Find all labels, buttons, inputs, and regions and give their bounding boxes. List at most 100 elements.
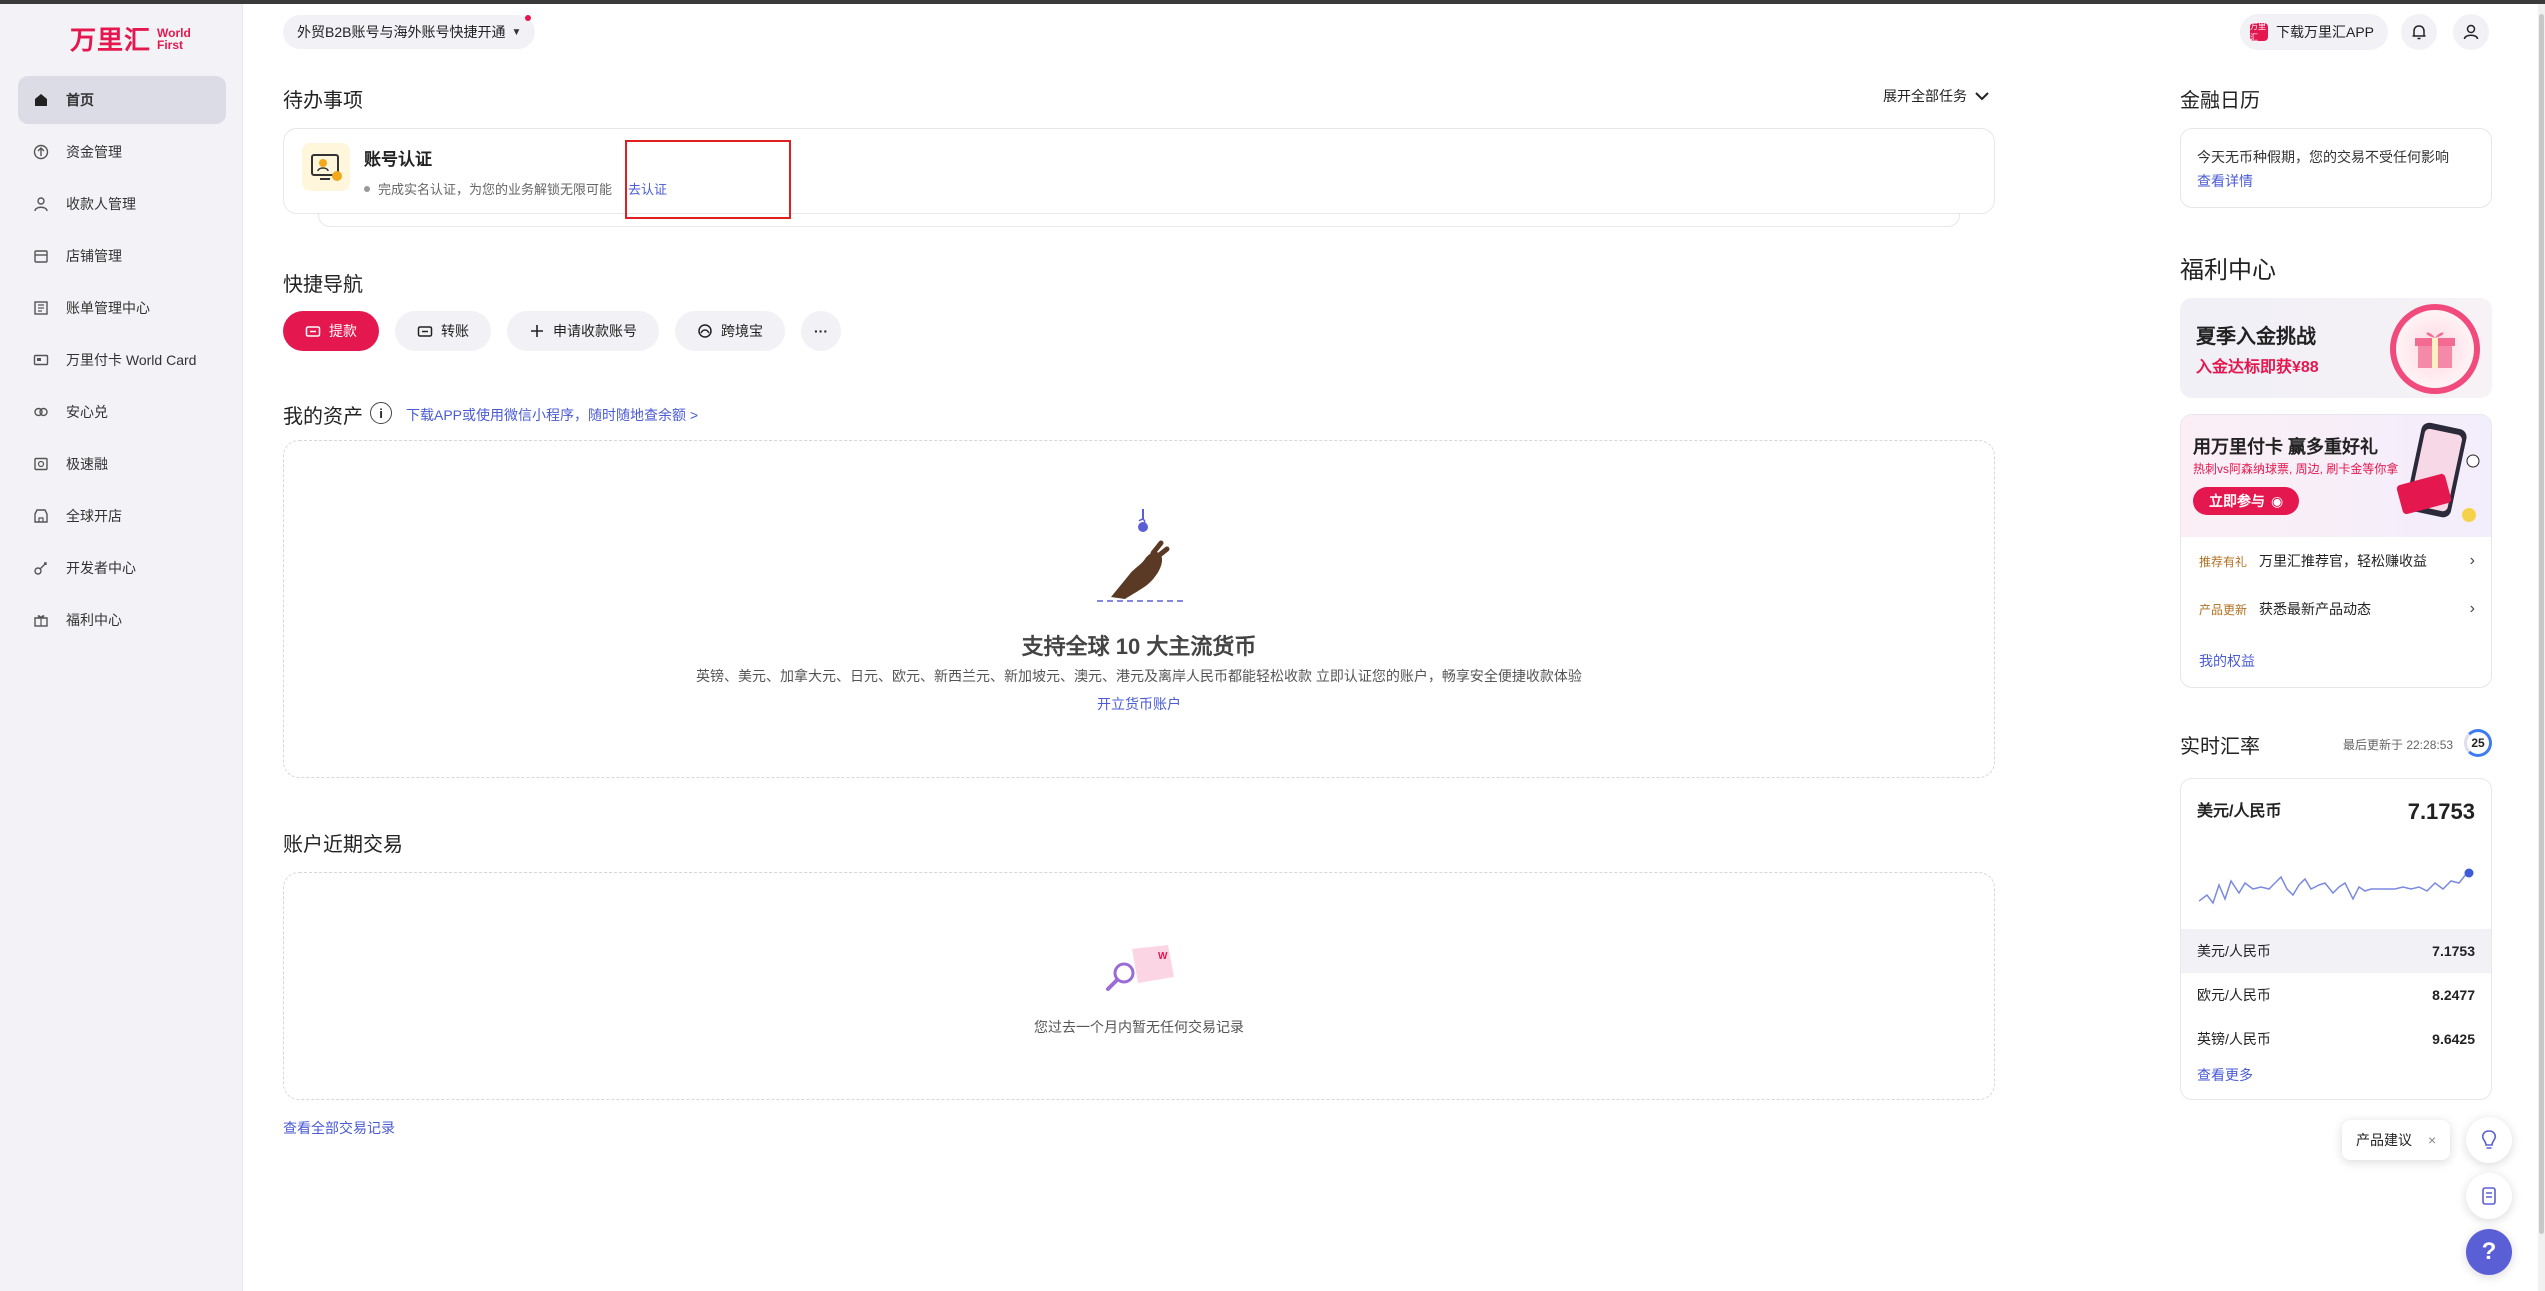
verify-link[interactable]: 去认证 bbox=[628, 179, 667, 198]
transactions-title: 账户近期交易 bbox=[283, 834, 403, 856]
more-button[interactable]: ··· bbox=[801, 311, 841, 351]
assets-hint-link[interactable]: 下载APP或使用微信小程序，随时随地查余额 > bbox=[406, 405, 698, 425]
download-app-button[interactable]: 万里汇 下载万里汇APP bbox=[2240, 14, 2389, 50]
refresh-countdown[interactable]: 25 bbox=[2464, 729, 2492, 757]
caret-down-icon: ▼ bbox=[511, 26, 522, 38]
my-rights-link[interactable]: 我的权益 bbox=[2199, 651, 2255, 671]
sidebar-item-card[interactable]: 万里付卡 World Card bbox=[18, 336, 226, 384]
sidebar-item-global-store[interactable]: 全球开店 bbox=[18, 492, 226, 540]
logo[interactable]: 万里汇 World First bbox=[70, 20, 191, 57]
referral-row[interactable]: 推荐有礼 万里汇推荐官，轻松赚收益 › bbox=[2181, 537, 2491, 585]
crossborder-button[interactable]: 跨境宝 bbox=[675, 311, 785, 351]
home-icon bbox=[32, 91, 50, 109]
todo-item-desc: 完成实名认证，为您的业务解锁无限可能 去认证 bbox=[364, 179, 667, 198]
exchange-icon bbox=[32, 403, 50, 421]
rate-row-gbp-cny[interactable]: 英镑/人民币 9.6425 bbox=[2181, 1017, 2491, 1061]
sidebar-item-label: 店铺管理 bbox=[66, 248, 122, 264]
product-update-row[interactable]: 产品更新 获悉最新产品动态 › bbox=[2181, 585, 2491, 633]
svg-text:W: W bbox=[1158, 951, 1168, 962]
crossborder-label: 跨境宝 bbox=[721, 323, 763, 339]
calendar-details-link[interactable]: 查看详情 bbox=[2197, 171, 2253, 191]
info-icon[interactable]: i bbox=[370, 402, 392, 424]
rate-pair: 英镑/人民币 bbox=[2197, 1031, 2271, 1047]
bell-icon bbox=[2412, 25, 2426, 40]
sidebar-item-payee[interactable]: 收款人管理 bbox=[18, 180, 226, 228]
sidebar-item-label: 收款人管理 bbox=[66, 196, 136, 212]
quick-nav-title: 快捷导航 bbox=[283, 274, 363, 296]
scrollbar-thumb[interactable] bbox=[2539, 14, 2544, 1234]
rates-updated-time: 最后更新于 22:28:53 bbox=[2343, 738, 2454, 752]
join-now-button[interactable]: 立即参与 ◉ bbox=[2193, 487, 2300, 515]
suggestion-button[interactable] bbox=[2466, 1117, 2512, 1163]
sidebar-item-finance[interactable]: 极速融 bbox=[18, 440, 226, 488]
sidebar-item-funds[interactable]: 资金管理 bbox=[18, 128, 226, 176]
withdraw-button[interactable]: 提款 bbox=[283, 311, 379, 351]
expand-tasks-button[interactable]: 展开全部任务 bbox=[1883, 86, 1989, 106]
empty-transactions-illustration: W bbox=[1106, 945, 1174, 991]
product-feedback-pill[interactable]: 产品建议 × bbox=[2342, 1120, 2451, 1160]
rate-pair: 美元/人民币 bbox=[2197, 943, 2271, 959]
expand-tasks-label: 展开全部任务 bbox=[1883, 88, 1967, 104]
sidebar-item-label: 全球开店 bbox=[66, 508, 122, 524]
sidebar-item-exchange[interactable]: 安心兑 bbox=[18, 388, 226, 436]
promo1-title: 夏季入金挑战 bbox=[2196, 326, 2316, 348]
promo2-title: 用万里付卡 赢多重好礼 bbox=[2193, 437, 2378, 457]
page-scrollbar[interactable] bbox=[2538, 4, 2545, 1291]
rates-card: 美元/人民币 7.1753 美元/人民币 7.1753 欧元/人民币 8.247… bbox=[2180, 778, 2492, 1100]
view-all-transactions-link[interactable]: 查看全部交易记录 bbox=[283, 1118, 395, 1138]
summer-deposit-banner[interactable]: 夏季入金挑战 入金达标即获¥88 bbox=[2180, 298, 2492, 398]
sidebar-item-home[interactable]: 首页 bbox=[18, 76, 226, 124]
todo-title: 待办事项 bbox=[283, 90, 363, 112]
referral-text: 万里汇推荐官，轻松赚收益 bbox=[2259, 553, 2428, 569]
gift-box-icon bbox=[2390, 304, 2480, 394]
rate-sparkline bbox=[2199, 868, 2474, 905]
transactions-empty-text: 您过去一个月内暂无任何交易记录 bbox=[1034, 1019, 1244, 1035]
rates-title: 实时汇率 bbox=[2180, 736, 2260, 758]
todo-stack-shadow bbox=[318, 213, 1960, 227]
transfer-button[interactable]: 转账 bbox=[395, 311, 491, 351]
chevron-down-icon bbox=[1975, 92, 1989, 101]
rates-more-link[interactable]: 查看更多 bbox=[2197, 1065, 2253, 1085]
transactions-empty-box: W 您过去一个月内暂无任何交易记录 bbox=[283, 872, 1995, 1100]
world-card-banner[interactable]: 用万里付卡 赢多重好礼 热刺vs阿森纳球票, 周边, 刷卡金等你拿 立即参与 ◉ bbox=[2181, 415, 2491, 537]
help-button[interactable]: ? bbox=[2466, 1229, 2512, 1275]
sidebar-item-gift[interactable]: 福利中心 bbox=[18, 596, 226, 644]
payee-icon bbox=[32, 195, 50, 213]
account-open-chip[interactable]: 外贸B2B账号与海外账号快捷开通 ▼ bbox=[283, 15, 536, 49]
user-icon bbox=[2463, 24, 2479, 40]
user-button[interactable] bbox=[2453, 14, 2489, 50]
bullet bbox=[364, 185, 370, 192]
hand-coin-illustration bbox=[1097, 509, 1185, 602]
assets-empty-box: 支持全球 10 大主流货币 英镑、美元、加拿大元、日元、欧元、新西兰元、新加坡元… bbox=[283, 440, 1995, 778]
rate-row-usd-cny[interactable]: 美元/人民币 7.1753 bbox=[2181, 929, 2491, 973]
sidebar-item-developer[interactable]: 开发者中心 bbox=[18, 544, 226, 592]
sidebar-item-store[interactable]: 店铺管理 bbox=[18, 232, 226, 280]
calculator-button[interactable] bbox=[2466, 1173, 2512, 1219]
todo-card: 账号认证 完成实名认证，为您的业务解锁无限可能 去认证 bbox=[283, 128, 1995, 214]
logo-en: World First bbox=[157, 25, 191, 52]
rate-value: 8.2477 bbox=[2432, 987, 2475, 1003]
calendar-card: 今天无币种假期，您的交易不受任何影响 查看详情 bbox=[2180, 128, 2492, 208]
calculator-icon bbox=[2482, 1187, 2496, 1205]
download-app-label: 下载万里汇APP bbox=[2276, 24, 2375, 40]
calendar-text: 今天无币种假期，您的交易不受任何影响 bbox=[2197, 149, 2449, 165]
open-currency-account-link[interactable]: 开立货币账户 bbox=[284, 694, 1994, 714]
join-now-label: 立即参与 bbox=[2209, 493, 2265, 509]
rate-pair: 欧元/人民币 bbox=[2197, 987, 2271, 1003]
main-pair-label: 美元/人民币 bbox=[2197, 803, 2282, 820]
notification-button[interactable] bbox=[2401, 14, 2437, 50]
welfare-title: 福利中心 bbox=[2180, 257, 2276, 284]
app-logo-icon: 万里汇 bbox=[2250, 22, 2268, 42]
sidebar-item-bill[interactable]: 账单管理中心 bbox=[18, 284, 226, 332]
developer-icon bbox=[32, 559, 50, 577]
verification-icon bbox=[302, 143, 350, 191]
assets-title: 我的资产 bbox=[283, 406, 363, 428]
close-icon[interactable]: × bbox=[2428, 1132, 2436, 1148]
apply-account-button[interactable]: 申请收款账号 bbox=[507, 311, 659, 351]
referral-tag: 推荐有礼 bbox=[2199, 554, 2248, 569]
product-update-tag: 产品更新 bbox=[2199, 602, 2248, 617]
rate-row-eur-cny[interactable]: 欧元/人民币 8.2477 bbox=[2181, 973, 2491, 1017]
funds-icon bbox=[32, 143, 50, 161]
withdraw-label: 提款 bbox=[329, 323, 357, 339]
sidebar-item-label: 万里付卡 World Card bbox=[66, 352, 197, 368]
